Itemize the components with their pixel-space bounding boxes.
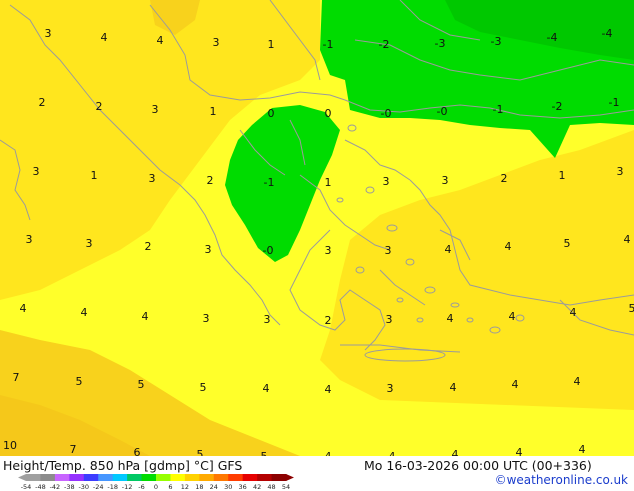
colorbar-left-arrow xyxy=(18,474,26,481)
temperature-label: 3 xyxy=(442,174,449,187)
colorbar-segment xyxy=(243,474,258,481)
temperature-label: 3 xyxy=(45,27,52,40)
temperature-label: 10 xyxy=(3,439,17,452)
temperature-label: 2 xyxy=(96,100,103,113)
temperature-label: 3 xyxy=(33,165,40,178)
temperature-label: 3 xyxy=(387,382,394,395)
temperature-label: -1 xyxy=(264,176,275,189)
temperature-label: 4 xyxy=(142,310,149,323)
temperature-label: -4 xyxy=(547,31,558,44)
temperature-label: -0 xyxy=(437,105,448,118)
colorbar-segment xyxy=(272,474,287,481)
credit-link[interactable]: ©weatheronline.co.uk xyxy=(495,473,628,487)
temperature-label: 4 xyxy=(157,34,164,47)
temperature-label: 2 xyxy=(145,240,152,253)
temperature-label: 4 xyxy=(509,310,516,323)
temperature-label: -2 xyxy=(552,100,563,113)
map-title: Height/Temp. 850 hPa [gdmp] °C] GFS xyxy=(3,458,242,473)
colorbar-segment xyxy=(199,474,214,481)
temperature-label: 1 xyxy=(559,169,566,182)
temperature-label: 3 xyxy=(26,233,33,246)
temperature-label: 4 xyxy=(579,443,586,456)
colorbar-segment xyxy=(55,474,70,481)
weather-map: 34431-1-2-3-3-4-4223100-0-0-1-2-13132-11… xyxy=(0,0,634,456)
temperature-label: 3 xyxy=(213,36,220,49)
colorbar-segment xyxy=(113,474,128,481)
colorbar-segment xyxy=(69,474,84,481)
colorbar xyxy=(18,473,294,482)
temperature-label: 5 xyxy=(564,237,571,250)
temperature-label: 4 xyxy=(447,312,454,325)
temperature-label: 5 xyxy=(197,448,204,456)
temperature-label: 4 xyxy=(81,306,88,319)
temperature-label: 4 xyxy=(505,240,512,253)
temperature-label: -2 xyxy=(379,38,390,51)
temperature-label: 3 xyxy=(383,175,390,188)
temperature-label: 3 xyxy=(152,103,159,116)
colorbar-segment xyxy=(257,474,272,481)
temperature-label: 4 xyxy=(20,302,27,315)
colorbar-segment xyxy=(214,474,229,481)
temperature-label: 4 xyxy=(445,243,452,256)
temperature-label: 3 xyxy=(325,244,332,257)
colorbar-segment xyxy=(98,474,113,481)
colorbar-segment xyxy=(228,474,243,481)
colorbar-segment xyxy=(156,474,171,481)
temperature-label: 3 xyxy=(386,313,393,326)
temperature-label: 7 xyxy=(70,443,77,456)
temperature-label: 1 xyxy=(91,169,98,182)
temperature-label: 3 xyxy=(205,243,212,256)
temperature-label: 5 xyxy=(629,302,634,315)
temperature-label: -0 xyxy=(381,107,392,120)
temperature-label: 1 xyxy=(268,38,275,51)
temperature-label: 6 xyxy=(134,446,141,456)
temperature-label: 3 xyxy=(264,313,271,326)
temperature-label: 1 xyxy=(210,105,217,118)
temperature-label: -3 xyxy=(435,37,446,50)
temperature-label: 4 xyxy=(624,233,631,246)
footer-bar: Height/Temp. 850 hPa [gdmp] °C] GFS Mo 1… xyxy=(0,456,634,490)
temperature-label: 0 xyxy=(325,107,332,120)
temperature-label: 4 xyxy=(574,375,581,388)
temperature-label: 0 xyxy=(268,107,275,120)
colorbar-segment xyxy=(127,474,142,481)
colorbar-segment xyxy=(26,474,41,481)
temperature-label: 4 xyxy=(325,383,332,396)
temperature-label: 3 xyxy=(149,172,156,185)
colorbar-segment xyxy=(40,474,55,481)
valid-time: Mo 16-03-2026 00:00 UTC (00+336) xyxy=(364,458,592,473)
temperature-label: -3 xyxy=(491,35,502,48)
temperature-label: 3 xyxy=(86,237,93,250)
temperature-label: -0 xyxy=(263,244,274,257)
colorbar-segment xyxy=(185,474,200,481)
colorbar-segment xyxy=(170,474,185,481)
temperature-label: 4 xyxy=(101,31,108,44)
temperature-label: 4 xyxy=(512,378,519,391)
temperature-label: 1 xyxy=(325,176,332,189)
temperature-label: 2 xyxy=(39,96,46,109)
temperature-label: 3 xyxy=(385,244,392,257)
temperature-label: 4 xyxy=(516,446,523,456)
temperature-label: 4 xyxy=(263,382,270,395)
temperature-label: 4 xyxy=(570,306,577,319)
temperature-label: 2 xyxy=(501,172,508,185)
temperature-label: 5 xyxy=(76,375,83,388)
temperature-label: 7 xyxy=(13,371,20,384)
temperature-label: 2 xyxy=(325,314,332,327)
colorbar-segment xyxy=(142,474,157,481)
temperature-label: 5 xyxy=(138,378,145,391)
temperature-label: 2 xyxy=(207,174,214,187)
temperature-label: -1 xyxy=(609,96,620,109)
temperature-label: 3 xyxy=(203,312,210,325)
colorbar-right-arrow xyxy=(286,474,294,481)
colorbar-segment xyxy=(84,474,99,481)
temperature-label: 3 xyxy=(617,165,624,178)
temperature-label: 5 xyxy=(200,381,207,394)
temperature-label: 4 xyxy=(450,381,457,394)
temperature-label: -4 xyxy=(602,27,613,40)
temperature-label: -1 xyxy=(323,38,334,51)
temperature-label: -1 xyxy=(493,103,504,116)
temperature-label: 4 xyxy=(452,448,459,456)
